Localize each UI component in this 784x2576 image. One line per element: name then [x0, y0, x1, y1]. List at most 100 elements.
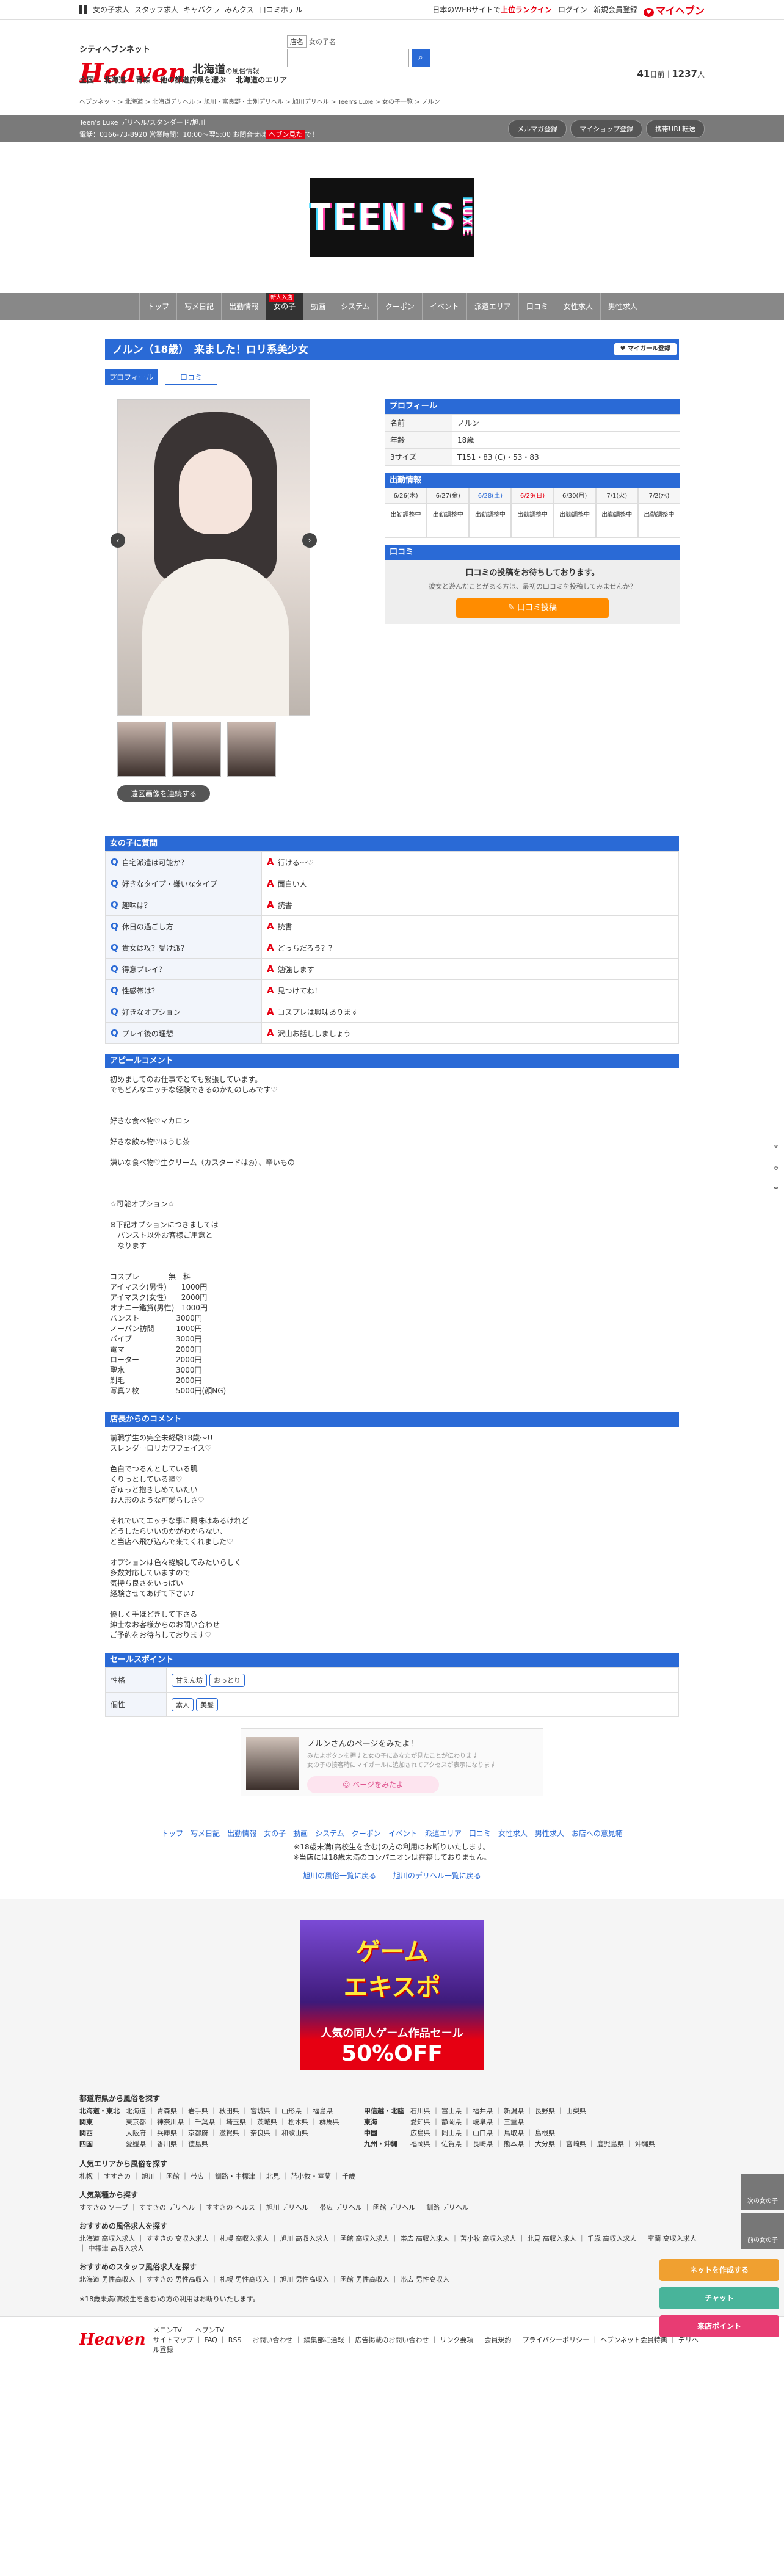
sales-tag[interactable]: おっとり [209, 1673, 245, 1687]
qa-section-title: 女の子に質問 [105, 836, 679, 851]
mygirl-button[interactable]: ♥ マイガール登録 [614, 343, 677, 355]
thumbnail-2[interactable] [172, 722, 221, 777]
myshop-button[interactable]: マイショップ登録 [570, 120, 643, 138]
thumbnail-3[interactable] [227, 722, 276, 777]
footnav-link[interactable]: お店への意見箱 [572, 1829, 623, 1838]
chevron-left-icon[interactable]: ‹ [111, 533, 125, 548]
sales-tag[interactable]: 素人 [172, 1697, 194, 1711]
game-expo-ad[interactable]: ゲーム エキスポ 人気の同人ゲーム作品セール 50%OFF [300, 1920, 484, 2070]
net-create-button[interactable]: ネットを作成する [659, 2259, 779, 2281]
schedule-cell: 出勤調整中 [637, 504, 680, 538]
shopnav-3[interactable]: 女の子 [266, 293, 303, 320]
next-girl-button[interactable]: 次の女の子 [741, 2174, 784, 2210]
region-links[interactable]: 大阪府 ｜ 兵庫県 ｜ 京都府 ｜ 滋賀県 ｜ 奈良県 ｜ 和歌山県 [126, 2128, 308, 2139]
footer-heading: おすすめの風俗求人を探す [79, 2222, 168, 2230]
topbar-link-3[interactable]: みんクス [225, 4, 254, 15]
region-tab-0[interactable]: 全国 [79, 74, 94, 85]
staff-job-links[interactable]: 北海道 男性高収入 ｜ すすきの 男性高収入 ｜ 札幌 男性高収入 ｜ 旭川 男… [79, 2274, 705, 2284]
footnav-link[interactable]: 動画 [293, 1829, 308, 1838]
search-type-label[interactable]: 店名 [287, 35, 307, 48]
myheaven-badge-icon: ♥ [644, 7, 654, 17]
region-links[interactable]: 石川県 ｜ 富山県 ｜ 福井県 ｜ 新潟県 ｜ 長野県 ｜ 山梨県 [410, 2106, 586, 2117]
region-tab-3[interactable]: 他の都道府県を選ぶ [160, 74, 226, 85]
profile-section-title: プロフィール [385, 399, 680, 414]
sales-tag[interactable]: 甘えん坊 [172, 1673, 207, 1687]
area-links[interactable]: 札幌 ｜ すすきの ｜ 旭川 ｜ 函館 ｜ 帯広 ｜ 釧路・中標津 ｜ 北見 ｜… [79, 2171, 705, 2181]
shopnav-5[interactable]: システム [333, 293, 377, 320]
thumbnail-1[interactable] [117, 722, 166, 777]
region-tab-2[interactable]: 青森 [136, 74, 150, 85]
footnav-link[interactable]: 出勤情報 [227, 1829, 256, 1838]
shopnav-4[interactable]: 動画 [303, 293, 333, 320]
schedule-day: 7/1(火) [595, 488, 638, 504]
region-links[interactable]: 福岡県 ｜ 佐賀県 ｜ 長崎県 ｜ 熊本県 ｜ 大分県 ｜ 宮崎県 ｜ 鹿児島県… [410, 2139, 655, 2150]
footnav-link[interactable]: クーポン [352, 1829, 381, 1838]
shopnav-7[interactable]: イベント [421, 293, 466, 320]
topbar-link-4[interactable]: 口コミホテル [259, 4, 303, 15]
kuchikomi-icon[interactable]: ✉ [768, 1186, 784, 1206]
footnav-link[interactable]: 写メ日記 [191, 1829, 220, 1838]
footnav-link[interactable]: 口コミ [469, 1829, 491, 1838]
site-links[interactable]: サイトマップ ｜ FAQ ｜ RSS ｜ お問い合わせ ｜ 編集部に通報 ｜ 広… [153, 2335, 705, 2354]
region-links[interactable]: 北海道 ｜ 青森県 ｜ 岩手県 ｜ 秋田県 ｜ 宮城県 ｜ 山形県 ｜ 福島県 [126, 2106, 333, 2117]
sales-tag[interactable]: 美髪 [196, 1697, 218, 1711]
region-links[interactable]: 東京都 ｜ 神奈川県 ｜ 千葉県 ｜ 埼玉県 ｜ 茨城県 ｜ 栃木県 ｜ 群馬県 [126, 2117, 339, 2128]
qa-row: Q プレイ後の理想 A 沢山お話ししましょう [105, 1022, 679, 1044]
login-link[interactable]: ログイン [558, 4, 587, 15]
chat-button[interactable]: チャット [659, 2287, 779, 2309]
search-icon[interactable]: ⌕ [412, 49, 430, 67]
region-tab-4[interactable]: 北海道のエリア [236, 74, 287, 85]
point-button[interactable]: 来店ポイント [659, 2315, 779, 2337]
schedule-cell: 出勤調整中 [427, 504, 470, 538]
search-input[interactable] [287, 49, 409, 67]
shopnav-0[interactable]: トップ [139, 293, 176, 320]
footnav-link[interactable]: 女の子 [264, 1829, 286, 1838]
topbar-link-1[interactable]: スタッフ求人 [134, 4, 178, 15]
shop-logo[interactable]: TEEN'S LUXE [310, 178, 474, 257]
media-links[interactable]: メロンTV ヘブンTV [153, 2325, 705, 2335]
genre-links[interactable]: すすきの ソープ ｜ すすきの デリヘル ｜ すすきの ヘルス ｜ 旭川 デリヘ… [79, 2202, 705, 2212]
footnav-link[interactable]: 男性求人 [535, 1829, 564, 1838]
mailmag-button[interactable]: メルマガ登録 [508, 120, 567, 138]
shopnav-2[interactable]: 出勤情報 [221, 293, 266, 320]
region-links[interactable]: 愛知県 ｜ 静岡県 ｜ 岐阜県 ｜ 三重県 [410, 2117, 524, 2128]
mitayo-button[interactable]: ☺ ページをみたよ [307, 1776, 439, 1793]
back-to-fuzoku-list[interactable]: 旭川の風俗一覧に戻る [303, 1871, 376, 1880]
mitayo-box: ノルンさんのページをみたよ！ みたよボタンを押すと女の子にあなたが見たことが伝わ… [241, 1728, 543, 1796]
shopnav-11[interactable]: 男性求人 [600, 293, 645, 320]
breadcrumb[interactable]: ヘブンネット > 北海道 > 北海道デリヘル > 旭川・富良野・士別デリヘル >… [0, 94, 519, 108]
myheaven-link[interactable]: ♥ マイヘブン [644, 2, 705, 17]
footnav-link[interactable]: システム [315, 1829, 344, 1838]
footnav-link[interactable]: イベント [388, 1829, 418, 1838]
shopnav-10[interactable]: 女性求人 [555, 293, 600, 320]
search-box: 店名 女の子名 ⌕ [287, 35, 430, 67]
prev-girl-button[interactable]: 前の女の子 [741, 2213, 784, 2249]
kuchikomi-post-button[interactable]: ✎ 口コミ投稿 [456, 598, 609, 618]
chevron-right-icon[interactable]: › [302, 533, 317, 548]
topbar-link-0[interactable]: 女の子求人 [93, 4, 129, 15]
ranking-icon[interactable]: ♛ [768, 1144, 784, 1165]
tab-kuchikomi[interactable]: 口コミ [165, 369, 217, 385]
mobile-url-button[interactable]: 携帯URL転送 [646, 120, 705, 138]
shopnav-1[interactable]: 写メ日記 [176, 293, 221, 320]
sales-key: 性格 [105, 1667, 167, 1693]
shopnav-8[interactable]: 派遣エリア [466, 293, 518, 320]
shopnav-9[interactable]: 口コミ [518, 293, 556, 320]
region-links[interactable]: 広島県 ｜ 岡山県 ｜ 山口県 ｜ 鳥取県 ｜ 島根県 [410, 2128, 555, 2139]
region-links[interactable]: 愛媛県 ｜ 香川県 ｜ 徳島県 [126, 2139, 208, 2150]
footer-logo[interactable]: Heaven [79, 2331, 146, 2349]
back-to-deli-list[interactable]: 旭川のデリヘル一覧に戻る [393, 1871, 481, 1880]
latest-photos-button[interactable]: 遠区画像を連続する [117, 785, 211, 802]
grid-menu-icon[interactable] [79, 5, 88, 14]
tab-profile[interactable]: プロフィール [105, 369, 158, 385]
footnav-link[interactable]: 女性求人 [498, 1829, 528, 1838]
register-link[interactable]: 新規会員登録 [593, 4, 637, 15]
job-links[interactable]: 北海道 高収入求人 ｜ すすきの 高収入求人 ｜ 札幌 高収入求人 ｜ 旭川 高… [79, 2233, 705, 2253]
history-icon[interactable]: ◷ [768, 1165, 784, 1186]
footnav-link[interactable]: 派遣エリア [425, 1829, 462, 1838]
shopnav-6[interactable]: クーポン [377, 293, 422, 320]
region-tab-1[interactable]: 北海道 [104, 74, 126, 85]
topbar-link-2[interactable]: キャバクラ [183, 4, 220, 15]
girl-photo[interactable]: ‹ › [111, 399, 317, 716]
footnav-link[interactable]: トップ [161, 1829, 183, 1838]
